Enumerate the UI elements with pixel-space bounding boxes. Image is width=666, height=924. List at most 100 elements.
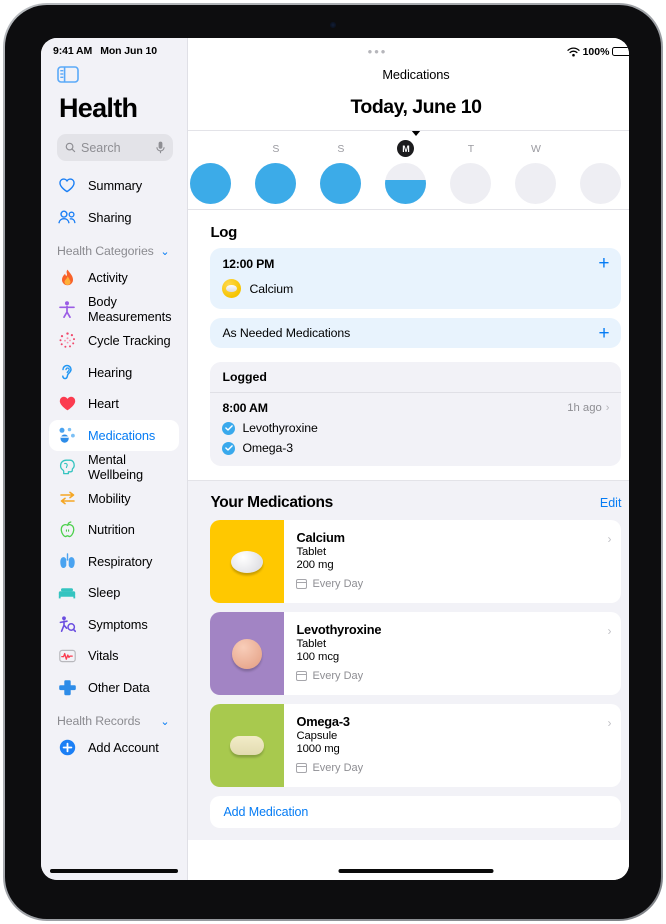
- as-needed-medications-row[interactable]: As Needed Medications +: [210, 318, 622, 348]
- chevron-down-icon[interactable]: ⌄: [160, 715, 169, 728]
- medication-card[interactable]: Levothyroxine Tablet 100 mcg Every Day ›: [210, 612, 622, 695]
- calendar-day-progress: [450, 163, 492, 204]
- medication-frequency: Every Day: [296, 578, 611, 590]
- sidebar-item-sharing[interactable]: Sharing: [49, 202, 179, 234]
- medication-dose: 100 mcg: [296, 651, 340, 663]
- medications-scroll-area[interactable]: Log 12:00 PM + Calcium As Needed Medicat…: [188, 210, 629, 880]
- calendar-day[interactable]: W: [503, 140, 568, 204]
- calendar-day-label: T: [467, 142, 475, 155]
- medication-thumbnail: [210, 612, 285, 695]
- calendar-strip[interactable]: S S M T W: [188, 130, 629, 210]
- sidebar-item-label: Add Account: [88, 740, 159, 756]
- sidebar-item-mental-wellbeing[interactable]: Mental Wellbeing: [49, 451, 179, 483]
- calendar-day[interactable]: S: [308, 140, 373, 204]
- log-entry-time: 12:00 PM: [222, 257, 275, 271]
- calendar-day[interactable]: [568, 140, 629, 204]
- calendar-icon: [296, 579, 308, 589]
- chevron-right-icon: ›: [607, 624, 612, 638]
- search-input[interactable]: Search: [57, 134, 174, 161]
- sidebar-item-body-measurements[interactable]: Body Measurements: [49, 294, 179, 326]
- calendar-day-label: M: [397, 140, 415, 157]
- status-date: Mon Jun 10: [100, 45, 157, 57]
- medication-frequency-label: Every Day: [312, 578, 364, 590]
- round-tablet-shape-icon: [232, 638, 263, 669]
- section-label: Health Categories: [57, 244, 154, 258]
- logged-item: Omega-3: [222, 441, 609, 455]
- sidebar-item-nutrition[interactable]: Nutrition: [49, 514, 179, 546]
- multitasking-dots-icon[interactable]: •••: [188, 45, 566, 58]
- page-title: Health: [59, 93, 138, 123]
- medication-card[interactable]: Calcium Tablet 200 mg Every Day ›: [210, 520, 622, 603]
- log-entry-medication: Calcium: [249, 281, 294, 296]
- sidebar-item-activity[interactable]: Activity: [49, 262, 179, 294]
- medication-dose: 200 mg: [296, 559, 334, 571]
- sidebar-item-label: Mental Wellbeing: [88, 451, 144, 482]
- logged-body[interactable]: 8:00 AM 1h ago › Levothyroxine Omega-3: [210, 393, 621, 466]
- sidebar-item-mobility[interactable]: Mobility: [49, 483, 179, 515]
- as-needed-label: As Needed Medications: [222, 326, 351, 340]
- sidebar-item-hearing[interactable]: Hearing: [49, 357, 179, 389]
- sidebar-item-symptoms[interactable]: Symptoms: [49, 609, 179, 641]
- chevron-down-icon[interactable]: ⌄: [160, 245, 169, 258]
- sidebar-item-respiratory[interactable]: Respiratory: [49, 546, 179, 578]
- medication-frequency-label: Every Day: [312, 670, 364, 682]
- sidebar-item-heart[interactable]: Heart: [49, 388, 179, 420]
- health-records-section-header[interactable]: Health Records ⌄: [49, 703, 179, 732]
- logged-ago-label: 1h ago: [567, 402, 602, 414]
- sidebar-toggle-icon[interactable]: [57, 66, 79, 83]
- calendar-icon: [296, 763, 308, 773]
- calendar-day-today[interactable]: M: [373, 140, 438, 204]
- sidebar-item-label: Other Data: [88, 679, 150, 695]
- symptoms-icon: [57, 614, 77, 634]
- sidebar-item-medications[interactable]: Medications: [49, 419, 180, 451]
- sidebar-item-other-data[interactable]: Other Data: [49, 672, 179, 704]
- sidebar-item-label: Heart: [88, 396, 119, 412]
- edit-button[interactable]: Edit: [600, 496, 622, 510]
- calendar-day-label: W: [530, 142, 541, 155]
- people-icon: [57, 207, 77, 227]
- brain-head-icon: [57, 457, 77, 477]
- battery-full-icon: [612, 46, 629, 57]
- sidebar: 9:41 AM Mon Jun 10 Health Search Summary…: [41, 38, 189, 880]
- status-time: 9:41 AM: [53, 45, 93, 57]
- logged-time: 8:00 AM: [222, 401, 268, 415]
- heart-filled-icon: [57, 394, 77, 414]
- your-medications-title: Your Medications: [210, 494, 333, 511]
- sidebar-item-summary[interactable]: Summary: [49, 170, 179, 202]
- sidebar-item-add-account[interactable]: Add Account: [49, 732, 179, 764]
- medication-thumbnail: [210, 520, 285, 603]
- sidebar-item-sleep[interactable]: Sleep: [49, 577, 179, 609]
- nav-bar-title: Medications: [382, 67, 450, 82]
- calendar-day-progress: [255, 163, 297, 204]
- sidebar-item-vitals[interactable]: Vitals: [49, 640, 179, 672]
- sidebar-item-cycle-tracking[interactable]: Cycle Tracking: [49, 325, 179, 357]
- calendar-day[interactable]: T: [438, 140, 503, 204]
- plus-cross-icon: [57, 677, 77, 697]
- logged-header: Logged: [210, 362, 622, 393]
- calendar-day[interactable]: S: [243, 140, 308, 204]
- front-camera-icon: [330, 22, 336, 28]
- waveform-icon: [57, 646, 77, 666]
- checkmark-icon: [222, 421, 236, 435]
- your-medications-section: Your Medications Edit Calcium Tablet 200…: [188, 480, 629, 840]
- add-medication-button[interactable]: Add Medication: [210, 796, 622, 828]
- logged-ago-group[interactable]: 1h ago ›: [567, 402, 609, 414]
- sidebar-item-label: Hearing: [88, 364, 133, 380]
- yellow-tablet-icon: [222, 279, 242, 298]
- device-body: 9:41 AM Mon Jun 10 Health Search Summary…: [5, 5, 661, 919]
- log-section-title: Log: [210, 224, 237, 241]
- microphone-icon: [156, 141, 166, 154]
- search-container: Search: [41, 124, 187, 161]
- flame-icon: [57, 268, 77, 288]
- medication-dose: 1000 mg: [296, 743, 340, 755]
- sidebar-item-label: Sharing: [88, 209, 132, 225]
- sidebar-nav-list: Summary Sharing Health Categories ⌄ Acti…: [41, 170, 187, 880]
- plus-icon[interactable]: +: [598, 324, 609, 343]
- sidebar-item-label: Body Measurements: [88, 294, 172, 325]
- health-categories-section-header[interactable]: Health Categories ⌄: [49, 233, 179, 262]
- calendar-day[interactable]: [188, 140, 243, 204]
- plus-icon[interactable]: +: [598, 254, 609, 273]
- medication-card[interactable]: Omega-3 Capsule 1000 mg Every Day ›: [210, 704, 622, 787]
- medication-frequency-label: Every Day: [312, 762, 364, 774]
- log-entry-card[interactable]: 12:00 PM + Calcium: [210, 248, 622, 309]
